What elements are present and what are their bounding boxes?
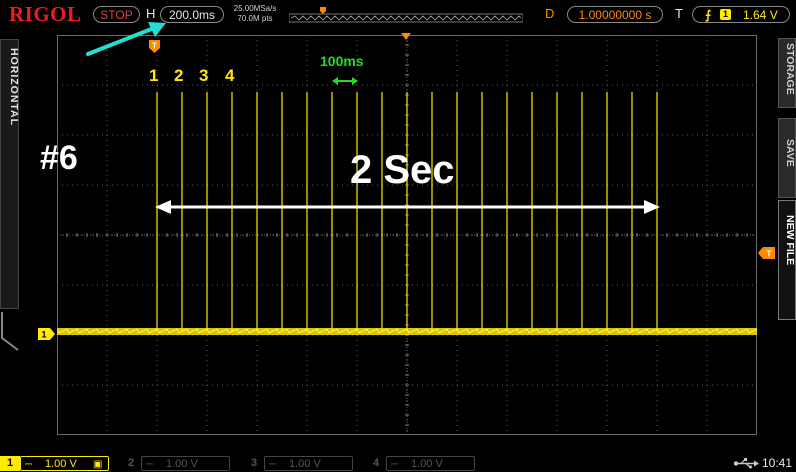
channel3-scale-box: ⎓ 1.00 V — [264, 456, 353, 471]
channel1-marker[interactable]: 1 — [38, 328, 55, 340]
dc-coupling-icon: ⎓ — [391, 459, 399, 469]
dc-coupling-icon: ⎓ — [25, 459, 33, 469]
delay-label: D — [545, 6, 555, 21]
sample-rate: 25.00MSa/s — [233, 4, 277, 13]
dc-coupling-icon: ⎓ — [269, 459, 277, 469]
callout-arrow — [86, 22, 166, 56]
channel1-scale-box: ⎓ 1.00 V ▣ — [20, 456, 109, 471]
duration-label: 2 Sec — [350, 148, 455, 192]
pulse-label-2: 2 — [174, 66, 184, 85]
horizontal-menu-tab[interactable]: HORIZONTAL — [0, 39, 20, 309]
channel1-tab[interactable]: 1 ⎓ 1.00 V ▣ — [0, 456, 112, 471]
new-file-tab-label: NEW FILE — [784, 215, 796, 266]
channel4-number: 4 — [372, 457, 380, 469]
trigger-source-badge: 1 — [720, 9, 731, 20]
channel2-scale-box: ⎓ 1.00 V — [141, 456, 230, 471]
trigger-label: T — [675, 6, 683, 21]
clip-label: #6 — [40, 139, 78, 177]
center-marker — [401, 33, 411, 40]
pulse-label-1: 1 — [149, 66, 159, 85]
trigger-level-value: 1.64 V — [743, 8, 778, 22]
channel2-scale: 1.00 V — [166, 458, 198, 470]
channel4-scale: 1.00 V — [411, 458, 443, 470]
memory-depth: 70.0M pts — [237, 14, 273, 23]
pulse-label-3: 3 — [199, 66, 209, 85]
trigger-level-marker-label: T — [767, 250, 772, 259]
channel1-marker-label: 1 — [41, 330, 46, 340]
channel3-scale: 1.00 V — [289, 458, 321, 470]
left-tab-bracket — [1, 312, 19, 351]
period-label: 100ms — [320, 53, 364, 69]
storage-tab[interactable]: STORAGE — [778, 38, 796, 108]
battery-icon: ▣ — [93, 459, 103, 470]
channel2-tab[interactable]: 2 ⎓ 1.00 V — [121, 456, 233, 471]
trigger-setting[interactable]: ⨍ 1 1.64 V — [692, 6, 790, 23]
clock-time: 10:41 — [762, 456, 793, 470]
channel2-number: 2 — [127, 457, 135, 469]
duration-arrow — [155, 200, 660, 214]
pulse-label-4: 4 — [225, 66, 235, 85]
period-arrow — [332, 77, 358, 85]
memory-window-marker — [320, 7, 326, 14]
left-side-panel: HORIZONTAL — [0, 30, 22, 450]
save-tab[interactable]: SAVE — [778, 118, 796, 198]
channel1-scale: 1.00 V — [45, 458, 77, 470]
new-file-tab[interactable]: NEW FILE — [778, 200, 796, 320]
waveform-display[interactable] — [57, 35, 757, 435]
channel1-number: 1 — [0, 456, 20, 471]
channel4-scale-box: ⎓ 1.00 V — [386, 456, 475, 471]
channel3-tab[interactable]: 3 ⎓ 1.00 V — [244, 456, 356, 471]
horizontal-tab-label: HORIZONTAL — [8, 48, 20, 127]
channel4-tab[interactable]: 4 ⎓ 1.00 V — [366, 456, 478, 471]
channel-bar: 1 ⎓ 1.00 V ▣ 2 ⎓ 1.00 V 3 ⎓ 1.00 V 4 ⎓ 1… — [0, 455, 796, 472]
storage-tab-label: STORAGE — [784, 43, 796, 95]
horizontal-label: H — [146, 6, 156, 21]
usb-icon — [733, 458, 759, 469]
dc-coupling-icon: ⎓ — [146, 459, 154, 469]
right-side-panel: STORAGE SAVE NEW FILE — [778, 30, 796, 450]
rising-edge-icon: ⨍ — [705, 8, 712, 22]
save-tab-label: SAVE — [784, 139, 796, 167]
rigol-logo: RIGOL — [9, 2, 82, 26]
trigger-level-marker[interactable]: T — [758, 247, 775, 259]
channel3-number: 3 — [250, 457, 258, 469]
memory-position-track[interactable] — [289, 6, 523, 23]
delay-value[interactable]: 1.00000000 s — [567, 6, 663, 23]
acquisition-info: 25.00MSa/s 70.0M pts — [229, 4, 281, 24]
memory-track-frame — [289, 13, 523, 23]
channel1-trace — [57, 328, 757, 335]
